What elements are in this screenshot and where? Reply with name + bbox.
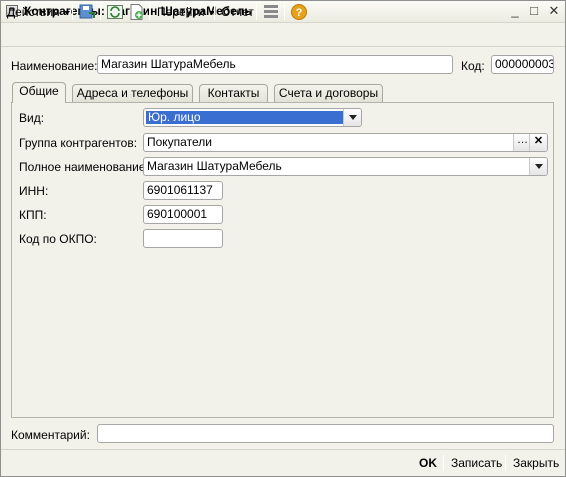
chevron-down-icon [63,10,70,15]
group-value: Покупатели [147,135,212,149]
fullname-value: Магазин ШатураМебель [147,159,282,173]
footer-separator [1,449,565,450]
help-icon[interactable]: ? [290,3,308,21]
tab-addresses-phones[interactable]: Адреса и телефоны [72,84,193,103]
okpo-label: Код по ОКПО: [19,232,97,246]
toolbar-separator [100,4,101,20]
toolbar-separator [149,4,150,20]
comment-input[interactable] [97,424,554,443]
footer-separator [443,455,444,471]
goto-menu[interactable]: Перейти [153,3,219,21]
fullname-label: Полное наименование: [19,160,149,174]
structure-icon[interactable] [262,3,280,21]
type-selected-value: Юр. лицо [146,111,344,124]
chevron-down-icon [348,115,357,120]
inn-label: ИНН: [19,184,49,198]
comment-label: Комментарий: [11,428,90,442]
help-symbol: ? [296,7,303,19]
code-input[interactable]: 000000003 [491,55,554,74]
ok-button[interactable]: OK [419,454,437,472]
toolbar [1,23,565,47]
actions-menu[interactable]: Действия [3,3,74,21]
code-label: Код: [461,59,485,73]
tab-contacts[interactable]: Контакты [199,84,268,103]
name-input[interactable]: Магазин ШатураМебель [97,55,453,74]
actions-label: Действия [7,5,60,19]
goto-label: Перейти [157,5,205,19]
tab-general[interactable]: Общие [12,82,66,103]
footer-separator [505,455,506,471]
save-and-close-icon[interactable] [78,3,96,21]
toolbar-separator [72,4,73,20]
fullname-dropdown-button[interactable] [529,158,547,175]
fullname-input[interactable]: Магазин ШатураМебель [143,157,548,176]
new-based-on-icon[interactable] [128,3,146,21]
minimize-button[interactable]: _ [506,3,524,19]
toolbar-separator [214,4,215,20]
group-label: Группа контрагентов: [19,136,138,150]
inn-input[interactable]: 6901061137 [143,181,223,200]
kpp-input[interactable]: 690100001 [143,205,223,224]
toolbar-separator [256,4,257,20]
chevron-down-icon [534,164,543,169]
close-window-button[interactable]: ✕ [545,3,563,19]
clear-icon[interactable]: ✕ [529,134,547,151]
type-select[interactable]: Юр. лицо [143,108,362,127]
close-button[interactable]: Закрыть [513,454,559,472]
name-label: Наименование: [11,59,98,73]
maximize-button[interactable]: □ [525,3,543,19]
toolbar-separator [284,4,285,20]
report-button[interactable]: Отчет [217,3,258,21]
save-button[interactable]: Записать [451,454,502,472]
kpp-label: КПП: [19,208,47,222]
group-input[interactable]: Покупатели … ✕ [143,133,548,152]
type-dropdown-button[interactable] [343,109,361,126]
type-label: Вид: [19,111,45,125]
tab-accounts-contracts[interactable]: Счета и договоры [274,84,383,103]
refresh-icon[interactable] [106,3,124,21]
okpo-input[interactable] [143,229,223,248]
